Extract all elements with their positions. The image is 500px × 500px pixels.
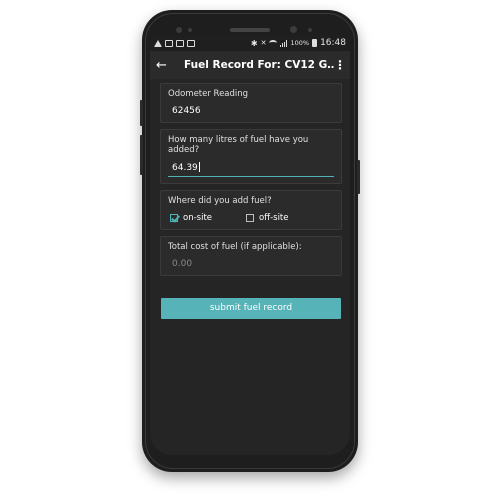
litres-value: 64.39 bbox=[172, 163, 198, 173]
battery-icon bbox=[312, 39, 318, 47]
off-site-label: off-site bbox=[259, 213, 289, 223]
clock: 16:48 bbox=[320, 38, 346, 48]
cost-label: Total cost of fuel (if applicable): bbox=[168, 242, 302, 252]
image-icon bbox=[176, 39, 184, 47]
form: Odometer Reading 62456 How many litres o… bbox=[150, 79, 350, 319]
odometer-field[interactable]: 62456 bbox=[168, 106, 334, 116]
back-arrow-icon[interactable]: ← bbox=[156, 58, 178, 73]
earpiece bbox=[230, 28, 270, 32]
bluetooth-icon: ✱ bbox=[250, 38, 258, 48]
bixby-button bbox=[140, 100, 143, 126]
status-left bbox=[154, 39, 195, 47]
submit-button[interactable]: submit fuel record bbox=[161, 298, 341, 319]
screen: ✱ ✕ 100% 16:48 ← Fuel Record For: CV12 G… bbox=[150, 35, 350, 455]
front-camera bbox=[290, 26, 297, 33]
mail-icon bbox=[187, 39, 195, 47]
power-button bbox=[357, 160, 360, 194]
location-options: on-site off-site bbox=[168, 213, 334, 223]
app-bar: ← Fuel Record For: CV12 G… ⋮ bbox=[150, 51, 350, 79]
overflow-menu-icon[interactable]: ⋮ bbox=[334, 58, 346, 72]
sensor-dot bbox=[176, 27, 182, 33]
status-right: ✱ ✕ 100% 16:48 bbox=[251, 38, 346, 48]
location-label: Where did you add fuel? bbox=[168, 196, 272, 206]
checkbox-checked-icon[interactable] bbox=[170, 214, 178, 222]
odometer-card: Odometer Reading 62456 bbox=[160, 83, 342, 123]
text-caret bbox=[198, 162, 200, 172]
cost-card: Total cost of fuel (if applicable): 0.00 bbox=[160, 236, 342, 276]
mute-icon: ✕ bbox=[260, 39, 267, 47]
volume-button bbox=[140, 135, 143, 175]
checkbox-unchecked-icon[interactable] bbox=[246, 214, 255, 222]
litres-label: How many litres of fuel have you added? bbox=[168, 135, 309, 155]
sensor-dot bbox=[188, 28, 192, 32]
on-site-option[interactable]: on-site bbox=[170, 213, 212, 223]
cost-input[interactable]: 0.00 bbox=[168, 259, 334, 269]
litres-card: How many litres of fuel have you added? … bbox=[160, 129, 342, 184]
litres-input[interactable]: 64.39 bbox=[168, 162, 334, 177]
sim-icon bbox=[165, 39, 173, 47]
page-title: Fuel Record For: CV12 G… bbox=[184, 59, 334, 71]
odometer-label: Odometer Reading bbox=[168, 89, 249, 99]
on-site-label: on-site bbox=[183, 213, 213, 223]
location-card: Where did you add fuel? on-site off-site bbox=[160, 190, 342, 230]
off-site-option[interactable]: off-site bbox=[246, 213, 289, 223]
wifi-icon bbox=[269, 40, 278, 46]
status-bar: ✱ ✕ 100% 16:48 bbox=[150, 35, 350, 51]
sensor-dot bbox=[308, 28, 312, 32]
alert-icon bbox=[154, 39, 162, 47]
stage: ✱ ✕ 100% 16:48 ← Fuel Record For: CV12 G… bbox=[0, 0, 500, 500]
signal-icon bbox=[280, 39, 288, 47]
battery-percent: 100% bbox=[290, 39, 310, 47]
